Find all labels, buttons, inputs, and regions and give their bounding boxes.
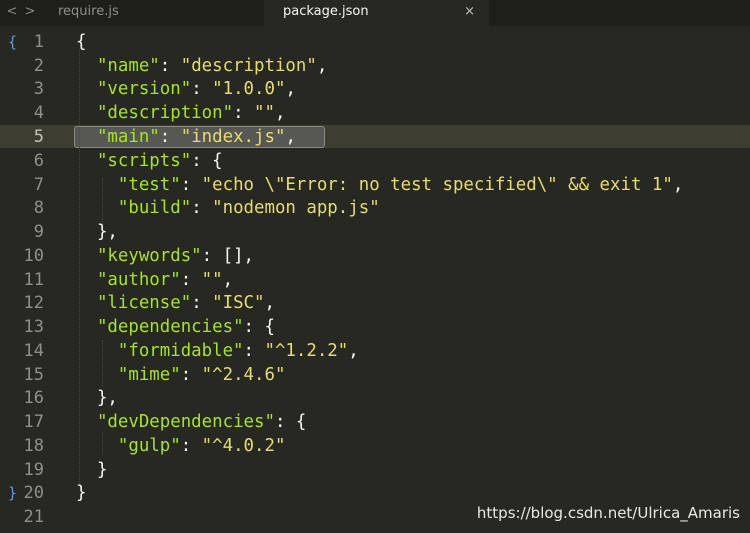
- line-number: 16: [23, 388, 44, 408]
- editor[interactable]: { "name": "description", "version": "1.0…: [0, 26, 750, 533]
- tab-label: require.js: [58, 4, 119, 19]
- line-number: 21: [23, 507, 44, 527]
- code-line-20: }: [76, 483, 87, 503]
- line-number: 8: [33, 198, 44, 218]
- code-line-8: "build": "nodemon app.js": [117, 198, 380, 218]
- code-line-14: "formidable": "^1.2.2",: [117, 341, 359, 361]
- code-line-11: "author": "",: [96, 270, 234, 290]
- tab-require-js[interactable]: require.js: [44, 0, 264, 26]
- tab-package-json[interactable]: package.json ×: [264, 0, 489, 26]
- code-line-2: "name": "description",: [96, 56, 328, 76]
- code-line-17: "devDependencies": {: [96, 412, 307, 432]
- line-number-gutter: { } 1 2 3 4 5 6 7 8 9 10 11 12 13 14 15 …: [0, 26, 62, 533]
- code-line-10: "keywords": [],: [96, 246, 255, 266]
- code-line-7: "test": "echo \"Error: no test specified…: [117, 175, 684, 195]
- code-line-15: "mime": "^2.4.6": [117, 365, 286, 385]
- code-line-12: "license": "ISC",: [96, 293, 275, 313]
- code-line-1: {: [76, 32, 87, 52]
- line-number: 17: [23, 412, 44, 432]
- line-number: 15: [23, 365, 44, 385]
- code-line-5: "main": "index.js",: [96, 127, 296, 147]
- code-line-4: "description": "",: [96, 103, 286, 123]
- line-number: 13: [23, 317, 44, 337]
- line-number: 4: [33, 103, 44, 123]
- chevron-right-icon[interactable]: >: [22, 3, 38, 21]
- watermark-text: https://blog.csdn.net/Ulrica_Amaris: [476, 504, 740, 522]
- line-number: 19: [23, 460, 44, 480]
- line-number: 18: [23, 436, 44, 456]
- chevron-left-icon[interactable]: <: [4, 3, 20, 21]
- code-line-13: "dependencies": {: [96, 317, 275, 337]
- tab-strip-empty: [489, 0, 750, 26]
- line-number: 1: [33, 32, 44, 52]
- code-line-3: "version": "1.0.0",: [96, 79, 296, 99]
- code-line-16: },: [96, 388, 118, 408]
- code-line-6: "scripts": {: [96, 151, 223, 171]
- code-line-19: }: [96, 460, 108, 480]
- code-line-18: "gulp": "^4.0.2": [117, 436, 286, 456]
- line-number: 6: [33, 151, 44, 171]
- line-number: 10: [23, 246, 44, 266]
- tab-label: package.json: [283, 4, 369, 19]
- line-number: 20: [23, 483, 44, 503]
- code-line-9: },: [96, 222, 118, 242]
- line-number: 9: [33, 222, 44, 242]
- line-number: 11: [23, 270, 44, 290]
- tab-bar: < > require.js package.json ×: [0, 0, 750, 26]
- line-number: 3: [33, 79, 44, 99]
- line-number: 14: [23, 341, 44, 361]
- close-icon[interactable]: ×: [464, 0, 475, 24]
- line-number-current: 5: [33, 127, 44, 147]
- line-number: 7: [33, 175, 44, 195]
- line-number: 12: [23, 293, 44, 313]
- line-number: 2: [33, 56, 44, 76]
